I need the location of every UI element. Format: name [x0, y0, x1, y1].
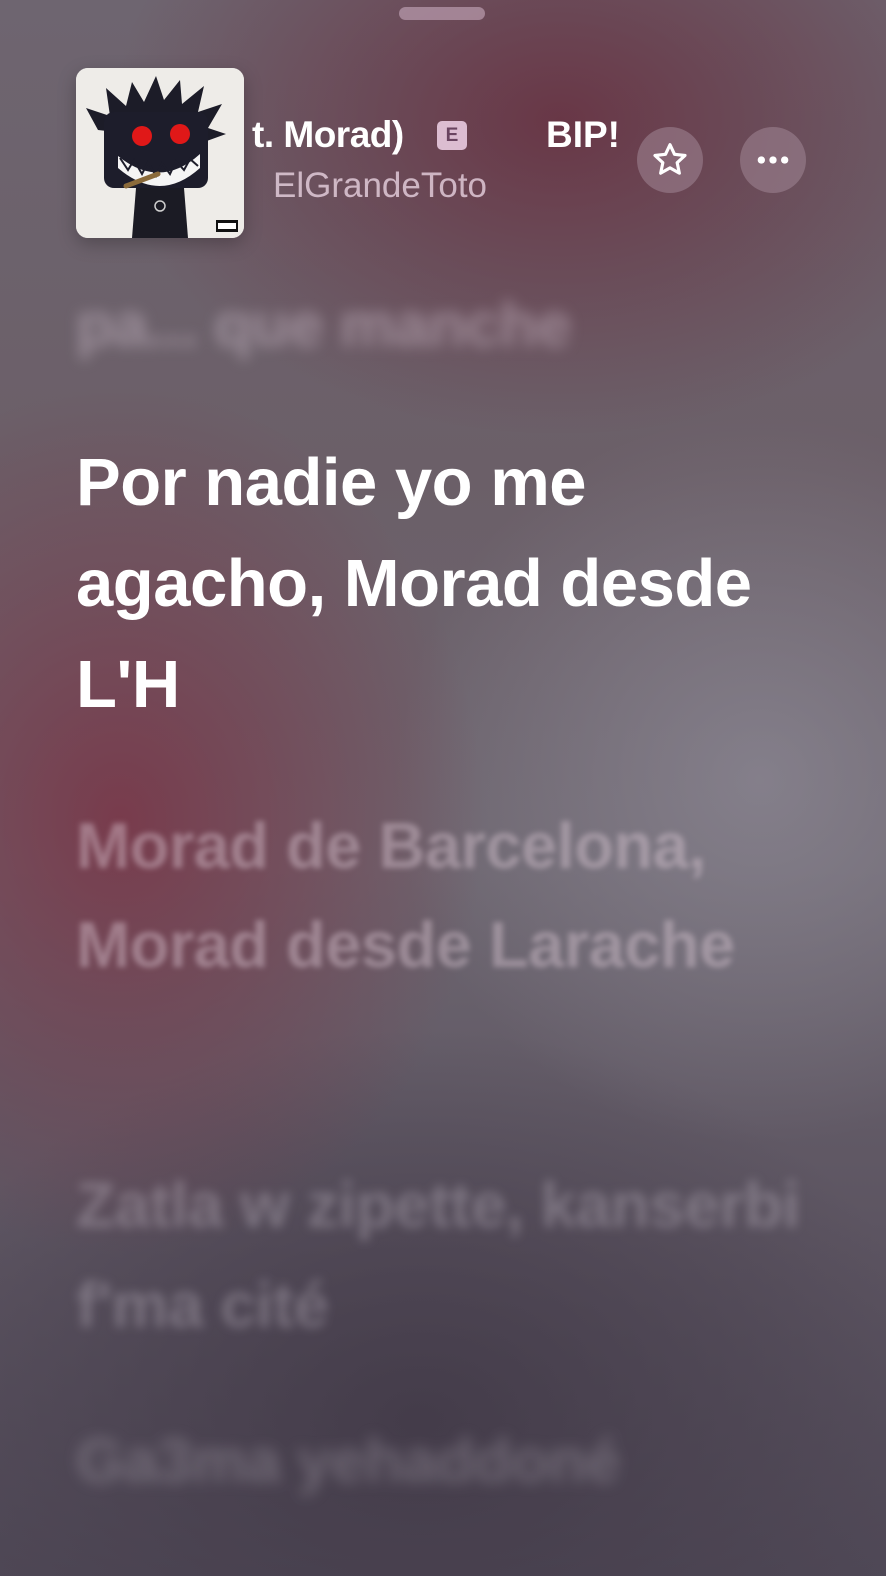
song-title-scroll-fragment: BIP!: [546, 114, 620, 155]
lyric-line-next[interactable]: Zatla w zipette, kanserbi f'ma cité: [76, 1155, 836, 1355]
album-artwork[interactable]: [76, 68, 244, 238]
star-icon: [653, 143, 687, 175]
lyric-line-next[interactable]: Ga3ma yehaddoné: [76, 1412, 856, 1512]
album-artwork-image: [76, 68, 244, 238]
ellipsis-icon: [757, 156, 789, 164]
artist-name[interactable]: ElGrandeToto: [273, 166, 487, 206]
lyric-line-previous[interactable]: pa... que manche: [76, 286, 836, 366]
favorite-button[interactable]: [637, 127, 703, 193]
explicit-badge: E: [437, 121, 467, 150]
lyric-line-next[interactable]: Morad de Barcelona, Morad desde Larache: [76, 796, 816, 994]
lyric-line-current[interactable]: Por nadie yo me agacho, Morad desde L'H: [76, 432, 816, 735]
sheet-grabber-handle[interactable]: [399, 7, 485, 20]
more-options-button[interactable]: [740, 127, 806, 193]
